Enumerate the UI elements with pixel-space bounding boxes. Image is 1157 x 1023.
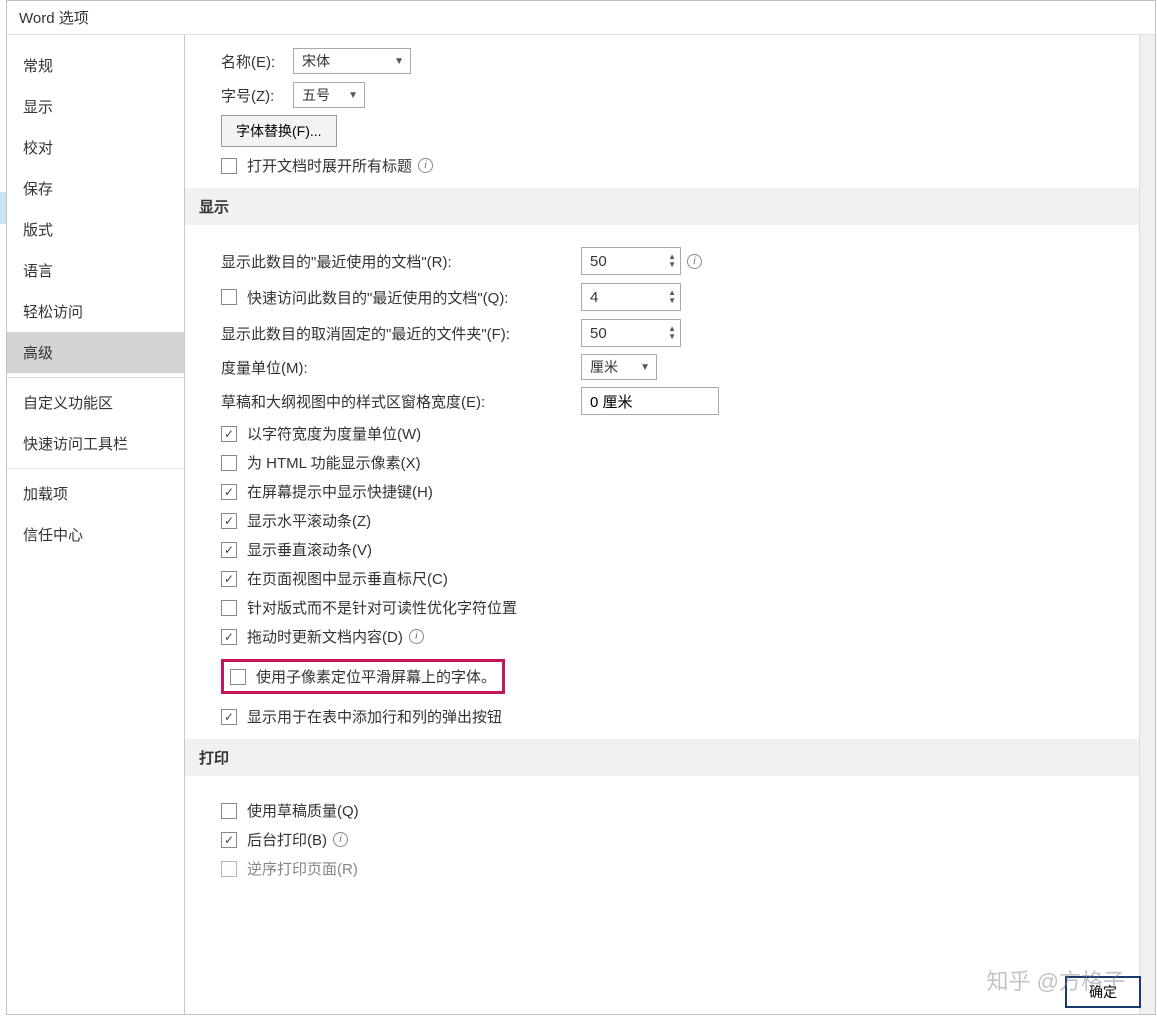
label-draft: 使用草稿质量(Q) (247, 800, 359, 821)
content-panel: 名称(E): 宋体 ▼ 字号(Z): 五号 ▼ 字体替换(F)... (185, 35, 1155, 1014)
checkbox-draft[interactable] (221, 803, 237, 819)
label-expand-headings: 打开文档时展开所有标题 (247, 155, 412, 176)
info-icon[interactable]: i (333, 832, 348, 847)
checkbox-tablepopup[interactable] (221, 709, 237, 725)
dialog-title: Word 选项 (7, 1, 1155, 35)
checkbox-vscroll[interactable] (221, 542, 237, 558)
sidebar-item-addins[interactable]: 加载项 (7, 473, 184, 514)
label-subpixel: 使用子像素定位平滑屏幕上的字体。 (256, 666, 496, 687)
info-icon[interactable]: i (418, 158, 433, 173)
checkbox-optchar[interactable] (221, 600, 237, 616)
quick-recent-label: 快速访问此数目的"最近使用的文档"(Q): (247, 287, 581, 308)
checkbox-vruler[interactable] (221, 571, 237, 587)
checkbox-shortcut[interactable] (221, 484, 237, 500)
highlighted-option: 使用子像素定位平滑屏幕上的字体。 (221, 659, 505, 694)
label-vscroll: 显示垂直滚动条(V) (247, 539, 372, 560)
label-vruler: 在页面视图中显示垂直标尺(C) (247, 568, 448, 589)
sidebar-item-accessibility[interactable]: 轻松访问 (7, 291, 184, 332)
unpinned-value: 50 (582, 325, 615, 342)
chevron-down-icon: ▼ (394, 56, 404, 67)
sidebar-item-customize-ribbon[interactable]: 自定义功能区 (7, 382, 184, 423)
recent-docs-spinner[interactable]: 50 ▲▼ (581, 247, 681, 275)
sidebar-item-layout[interactable]: 版式 (7, 209, 184, 250)
unit-value: 厘米 (590, 357, 618, 377)
font-substitute-button[interactable]: 字体替换(F)... (221, 115, 337, 147)
label-shortcut: 在屏幕提示中显示快捷键(H) (247, 481, 433, 502)
vertical-scrollbar[interactable] (1139, 35, 1155, 1014)
checkbox-bgprint[interactable] (221, 832, 237, 848)
sidebar-item-advanced[interactable]: 高级 (7, 332, 184, 373)
checkbox-charwidth[interactable] (221, 426, 237, 442)
info-icon[interactable]: i (409, 629, 424, 644)
checkbox-expand-headings[interactable] (221, 158, 237, 174)
sidebar-separator-2 (7, 468, 184, 469)
word-options-dialog: Word 选项 常规 显示 校对 保存 版式 语言 轻松访问 高级 自定义功能区… (6, 0, 1156, 1015)
sidebar-item-quick-access[interactable]: 快速访问工具栏 (7, 423, 184, 464)
sidebar: 常规 显示 校对 保存 版式 语言 轻松访问 高级 自定义功能区 快速访问工具栏… (7, 35, 185, 1014)
quick-recent-value: 4 (582, 289, 606, 306)
info-icon[interactable]: i (687, 254, 702, 269)
unpinned-label: 显示此数目的取消固定的"最近的文件夹"(F): (221, 323, 581, 344)
checkbox-quick-recent[interactable] (221, 289, 237, 305)
recent-docs-value: 50 (582, 253, 615, 270)
stylepane-input[interactable] (581, 387, 719, 415)
dialog-body: 常规 显示 校对 保存 版式 语言 轻松访问 高级 自定义功能区 快速访问工具栏… (7, 35, 1155, 1014)
font-size-select[interactable]: 五号 ▼ (293, 82, 365, 108)
font-size-label: 字号(Z): (221, 85, 293, 106)
spinner-arrows-icon: ▲▼ (668, 325, 676, 341)
sidebar-separator (7, 377, 184, 378)
chevron-down-icon: ▼ (348, 90, 358, 101)
unpinned-spinner[interactable]: 50 ▲▼ (581, 319, 681, 347)
ok-button[interactable]: 确定 (1065, 976, 1141, 1008)
font-name-label: 名称(E): (221, 51, 293, 72)
label-tablepopup: 显示用于在表中添加行和列的弹出按钮 (247, 706, 502, 727)
dialog-footer: 确定 (1065, 976, 1141, 1008)
font-size-value: 五号 (302, 85, 330, 105)
unit-label: 度量单位(M): (221, 357, 581, 378)
checkbox-reverse[interactable] (221, 861, 237, 877)
label-hscroll: 显示水平滚动条(Z) (247, 510, 371, 531)
chevron-down-icon: ▼ (640, 362, 650, 373)
label-dragupdate: 拖动时更新文档内容(D) (247, 626, 403, 647)
label-bgprint: 后台打印(B) (247, 829, 327, 850)
font-name-value: 宋体 (302, 51, 330, 71)
checkbox-dragupdate[interactable] (221, 629, 237, 645)
stylepane-label: 草稿和大纲视图中的样式区窗格宽度(E): (221, 391, 581, 412)
label-charwidth: 以字符宽度为度量单位(W) (247, 423, 421, 444)
label-optchar: 针对版式而不是针对可读性优化字符位置 (247, 597, 517, 618)
spinner-arrows-icon: ▲▼ (668, 253, 676, 269)
sidebar-item-trust[interactable]: 信任中心 (7, 514, 184, 555)
checkbox-htmlpx[interactable] (221, 455, 237, 471)
sidebar-item-language[interactable]: 语言 (7, 250, 184, 291)
section-print-header: 打印 (185, 739, 1155, 776)
spinner-arrows-icon: ▲▼ (668, 289, 676, 305)
section-display-header: 显示 (185, 188, 1155, 225)
sidebar-item-save[interactable]: 保存 (7, 168, 184, 209)
sidebar-item-display[interactable]: 显示 (7, 86, 184, 127)
sidebar-item-general[interactable]: 常规 (7, 45, 184, 86)
checkbox-subpixel[interactable] (230, 669, 246, 685)
label-htmlpx: 为 HTML 功能显示像素(X) (247, 452, 421, 473)
quick-recent-spinner[interactable]: 4 ▲▼ (581, 283, 681, 311)
label-reverse: 逆序打印页面(R) (247, 858, 358, 879)
recent-docs-label: 显示此数目的"最近使用的文档"(R): (221, 251, 581, 272)
sidebar-item-proofing[interactable]: 校对 (7, 127, 184, 168)
font-name-select[interactable]: 宋体 ▼ (293, 48, 411, 74)
checkbox-hscroll[interactable] (221, 513, 237, 529)
unit-select[interactable]: 厘米 ▼ (581, 354, 657, 380)
